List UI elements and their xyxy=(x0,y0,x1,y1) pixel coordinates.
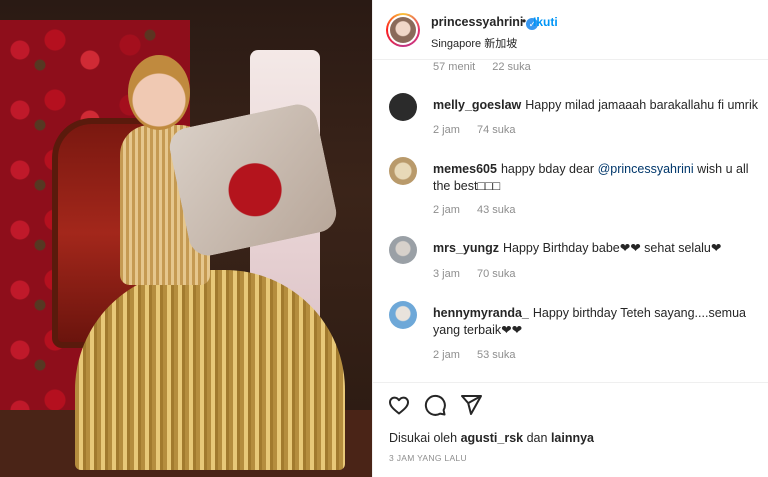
author-avatar[interactable] xyxy=(386,13,420,47)
comments-list[interactable]: 57 menit 22 suka melly_goeslaw Happy mila… xyxy=(373,60,768,382)
comment-meta: 2 jam 74 suka xyxy=(433,124,530,136)
post-timestamp[interactable]: 3 JAM YANG LALU xyxy=(389,453,467,463)
post-actions: Disukai oleh agusti_rsk dan lainnya 3 JA… xyxy=(373,382,768,477)
gold-pleated-dress xyxy=(75,270,345,470)
comment-time[interactable]: 57 menit xyxy=(433,61,475,73)
comment-meta: 2 jam 53 suka xyxy=(433,349,530,361)
liked-by-user[interactable]: agusti_rsk xyxy=(461,431,524,445)
comment-likes[interactable]: 43 suka xyxy=(477,204,516,216)
header-separator: • xyxy=(522,14,527,28)
liked-by-others[interactable]: lainnya xyxy=(551,431,594,445)
comment-time[interactable]: 3 jam xyxy=(433,268,460,280)
comment-likes[interactable]: 74 suka xyxy=(477,124,516,136)
mention-link[interactable]: @princessyahrini xyxy=(598,162,694,176)
comment-text: happy bday dear xyxy=(500,162,595,176)
comment-username[interactable]: hennymyranda_ xyxy=(433,306,529,320)
comment-time[interactable]: 2 jam xyxy=(433,124,460,136)
comment-avatar[interactable] xyxy=(389,301,417,329)
liked-by: Disukai oleh agusti_rsk dan lainnya xyxy=(389,431,594,445)
comment-likes[interactable]: 22 suka xyxy=(492,61,531,73)
comment-body: mrs_yungz Happy Birthday babe❤❤ sehat sel… xyxy=(433,240,759,257)
comment-icon[interactable] xyxy=(423,393,447,417)
comment-meta: 3 jam 70 suka xyxy=(433,268,530,280)
share-icon[interactable] xyxy=(459,393,483,417)
comment-text: Happy milad jamaaah barakallahu fi umrik xyxy=(525,98,759,112)
comment-avatar[interactable] xyxy=(389,93,417,121)
comment-time[interactable]: 2 jam xyxy=(433,204,460,216)
comment-body: melly_goeslaw Happy milad jamaaah barakal… xyxy=(433,97,759,114)
woman-head xyxy=(128,55,190,130)
comment-body: memes605 happy bday dear @princessyahrini… xyxy=(433,161,759,195)
comment-avatar[interactable] xyxy=(389,157,417,185)
follow-button[interactable]: Ikuti xyxy=(533,15,558,29)
comment-username[interactable]: melly_goeslaw xyxy=(433,98,521,112)
comment-likes[interactable]: 53 suka xyxy=(477,349,516,361)
liked-by-middle: dan xyxy=(526,431,548,445)
comment-meta: 2 jam 43 suka xyxy=(433,204,530,216)
post-header: princessyahrini ✓ • Ikuti Singapore 新加坡 xyxy=(373,0,768,60)
liked-by-prefix: Disukai oleh xyxy=(389,431,458,445)
post-side-panel: princessyahrini ✓ • Ikuti Singapore 新加坡 5… xyxy=(372,0,768,477)
comment-body: hennymyranda_ Happy birthday Teteh sayang… xyxy=(433,305,759,339)
heart-icon[interactable] xyxy=(387,393,411,417)
post-location[interactable]: Singapore 新加坡 xyxy=(431,35,517,51)
comment-time[interactable]: 2 jam xyxy=(433,349,460,361)
comment-text: Happy Birthday babe❤❤ sehat selalu❤ xyxy=(503,241,722,255)
comment-username[interactable]: memes605 xyxy=(433,162,497,176)
previous-comment-meta: 57 menit 22 suka xyxy=(433,61,545,73)
comment-avatar[interactable] xyxy=(389,236,417,264)
comment-likes[interactable]: 70 suka xyxy=(477,268,516,280)
post-photo[interactable] xyxy=(0,0,372,477)
comment-username[interactable]: mrs_yungz xyxy=(433,241,499,255)
